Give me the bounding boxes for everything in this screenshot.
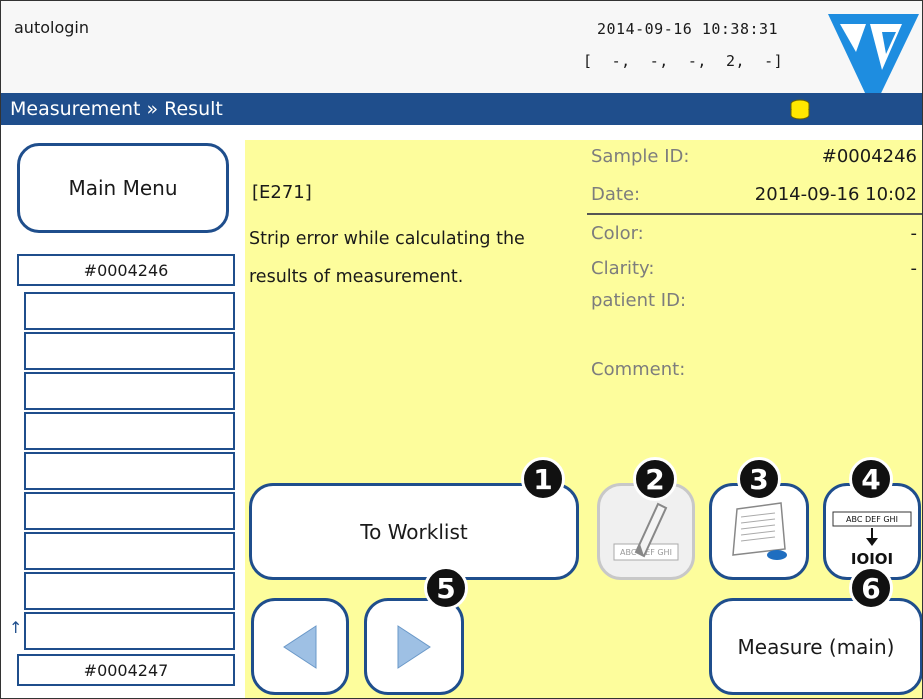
screen-border (0, 0, 923, 699)
